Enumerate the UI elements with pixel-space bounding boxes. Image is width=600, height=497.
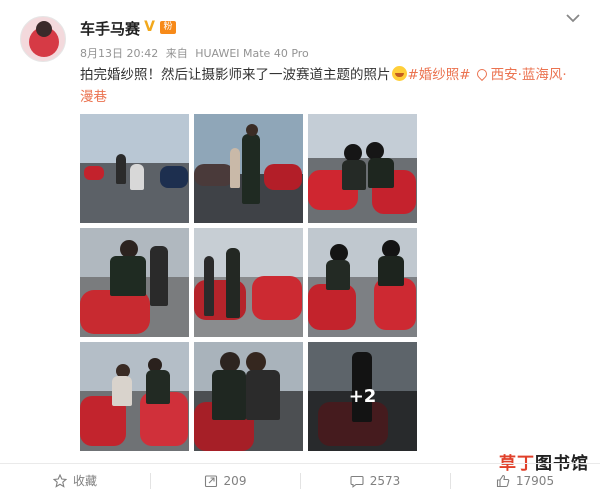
comment-button[interactable]: 2573 (300, 464, 450, 497)
photo-5[interactable] (194, 228, 303, 337)
favorite-button[interactable]: 收藏 (0, 464, 150, 497)
emoji-icon (391, 66, 407, 81)
avatar[interactable] (20, 16, 66, 62)
favorite-label: 收藏 (72, 474, 97, 488)
location-icon (474, 66, 489, 82)
fan-badge-icon: 粉 (160, 21, 176, 34)
source-prefix: 来自 (165, 47, 188, 60)
photo-grid: +2 (80, 114, 420, 454)
photo-2[interactable] (194, 114, 303, 223)
like-icon (496, 474, 510, 487)
repost-button[interactable]: 209 (150, 464, 300, 497)
comment-icon (350, 475, 364, 488)
comment-count: 2573 (369, 473, 401, 488)
photo-3[interactable] (308, 114, 417, 223)
post-date[interactable]: 8月13日 20:42 (80, 47, 158, 60)
like-count: 17905 (515, 473, 555, 488)
post-meta: 8月13日 20:42 来自 HUAWEI Mate 40 Pro (80, 45, 313, 61)
photo-9[interactable]: +2 (308, 342, 417, 451)
photo-1[interactable] (80, 114, 189, 223)
photo-7[interactable] (80, 342, 189, 451)
action-bar: 收藏 209 2573 17905 (0, 463, 600, 497)
topic-link[interactable]: #婚纱照# (408, 67, 471, 83)
chevron-down-icon[interactable] (565, 10, 581, 26)
repost-count: 209 (223, 473, 247, 488)
photo-8[interactable] (194, 342, 303, 451)
source-device: HUAWEI Mate 40 Pro (195, 47, 309, 60)
username[interactable]: 车手马赛 (80, 18, 140, 39)
post-main-text: 拍完婚纱照！然后让摄影师来了一波赛道主题的照片 (80, 67, 391, 83)
more-photos-overlay[interactable]: +2 (308, 342, 417, 451)
weibo-post: 车手马赛 V 粉 8月13日 20:42 来自 HUAWEI Mate 40 P… (0, 0, 600, 496)
post-text: 拍完婚纱照！然后让摄影师来了一波赛道主题的照片 #婚纱照# 西安·蓝海风·漫巷 (80, 64, 580, 108)
photo-6[interactable] (308, 228, 417, 337)
verified-badge-icon: V (144, 19, 155, 35)
like-button[interactable]: 17905 (450, 464, 600, 497)
repost-icon (204, 474, 217, 487)
star-icon (52, 473, 67, 488)
photo-4[interactable] (80, 228, 189, 337)
